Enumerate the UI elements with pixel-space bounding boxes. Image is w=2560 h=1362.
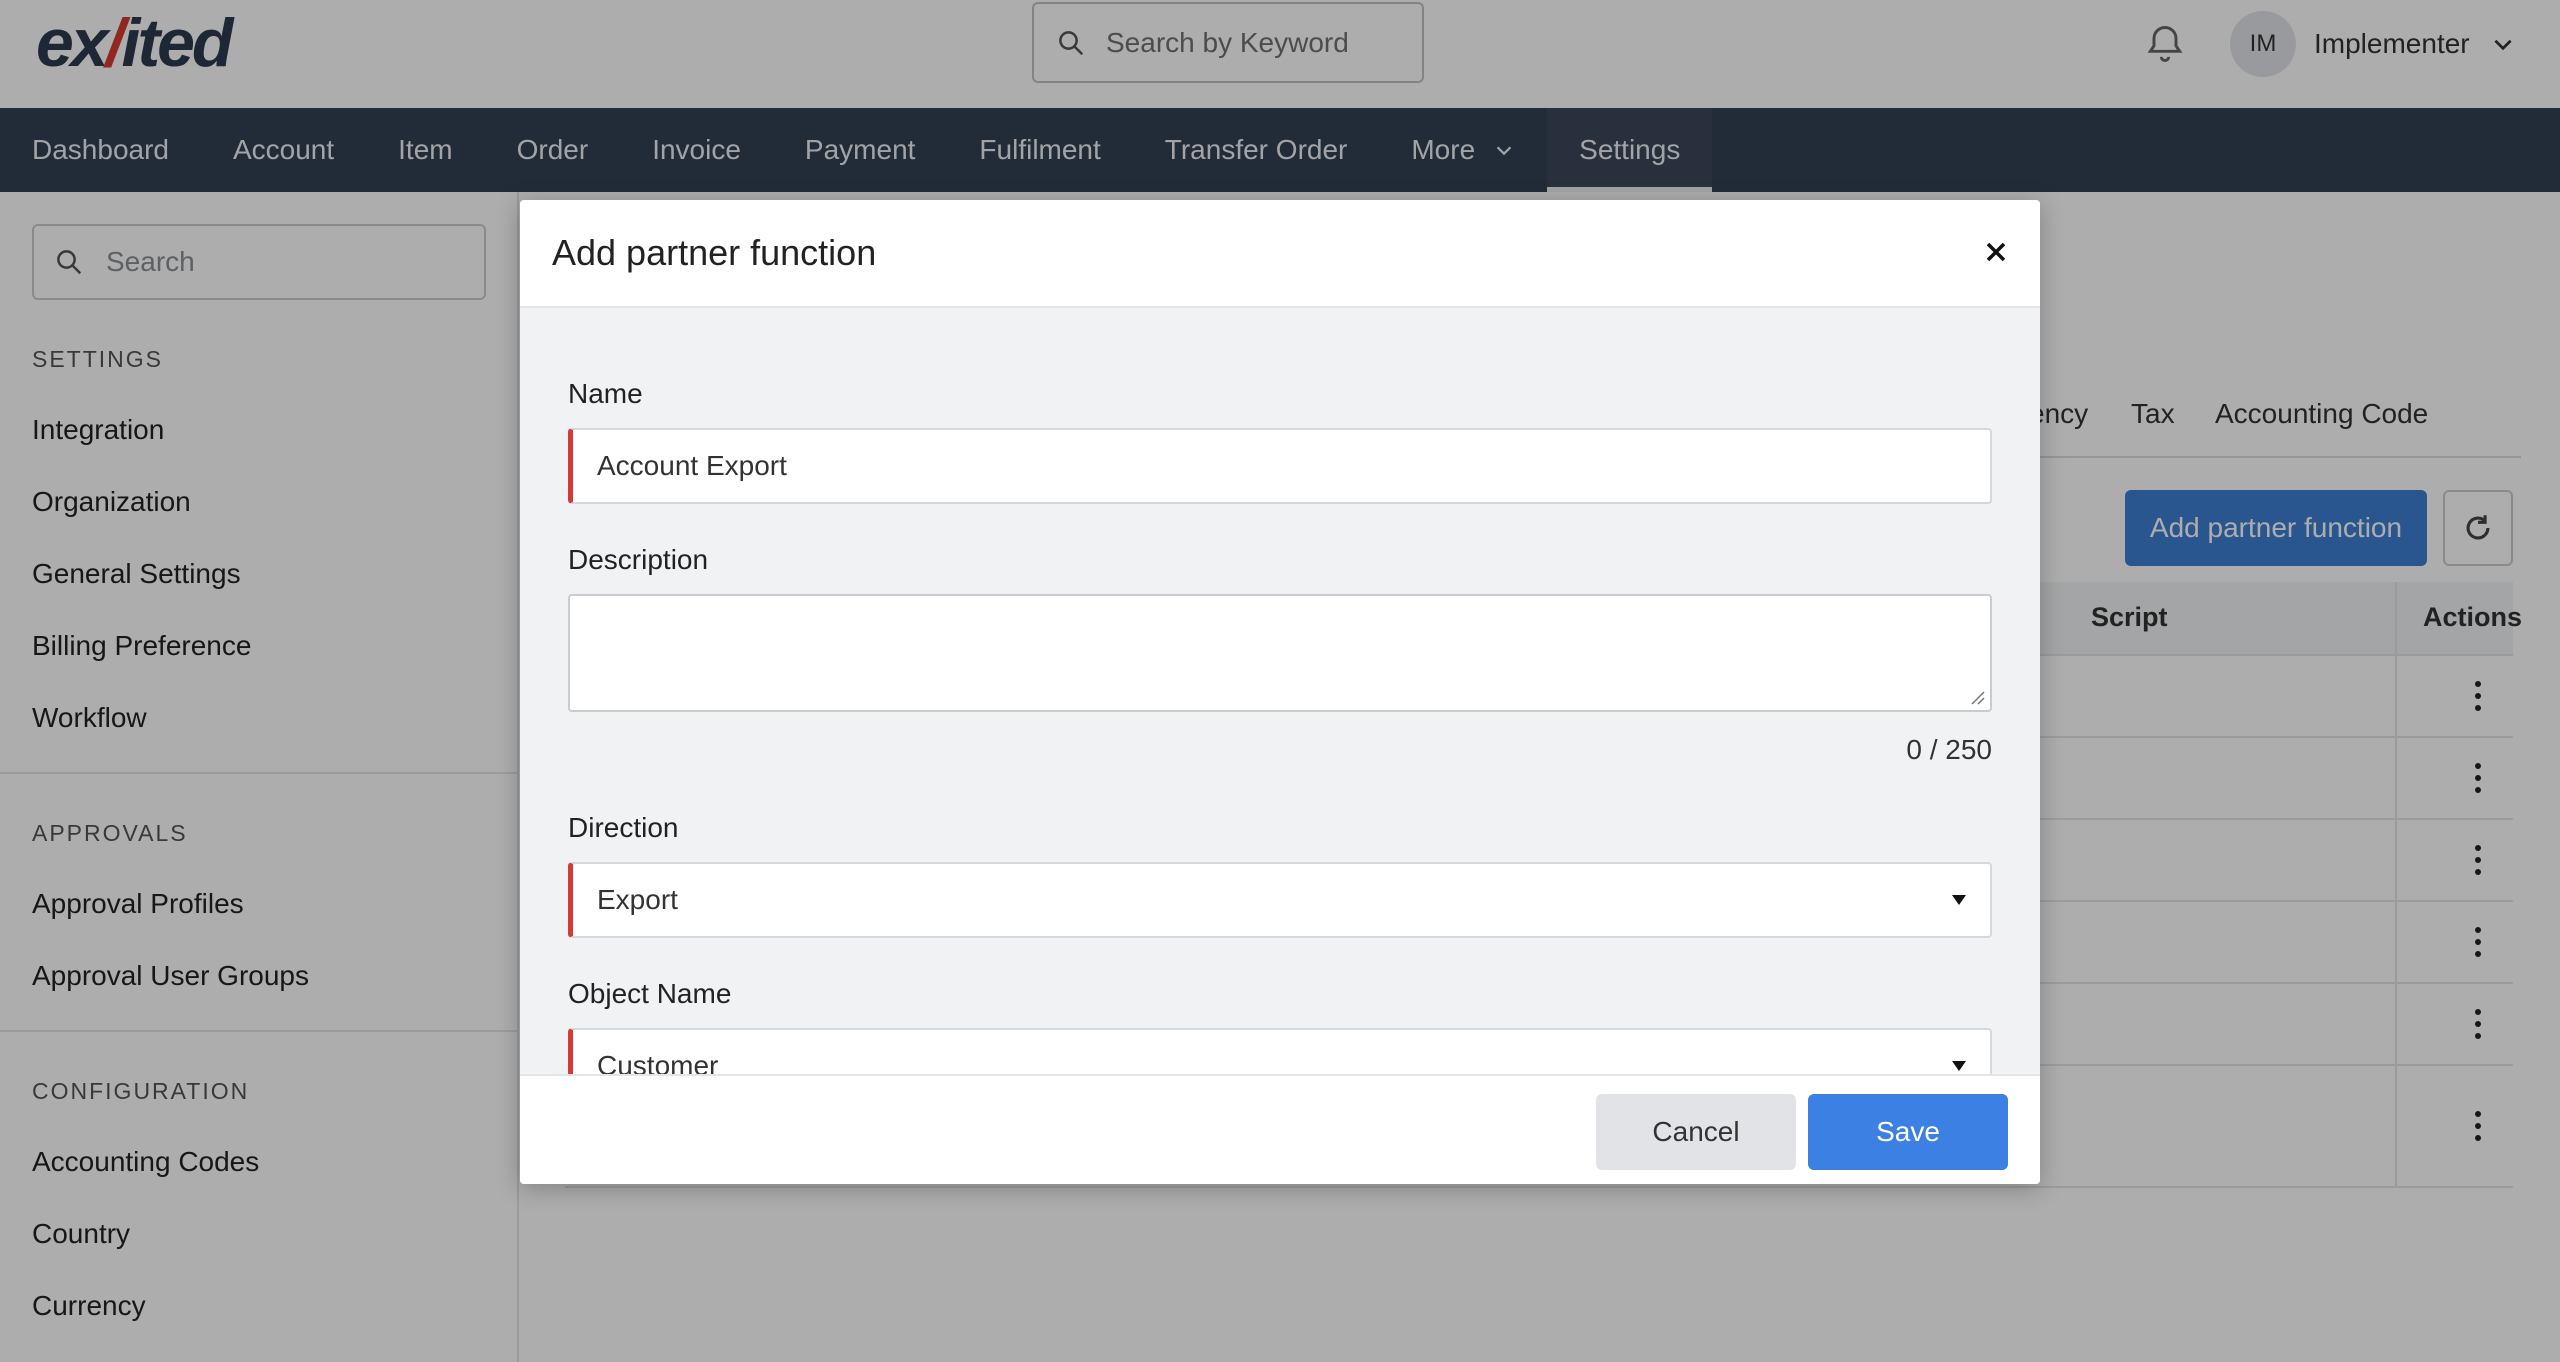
dialog-header: Add partner function xyxy=(520,200,2040,308)
resize-grip-icon[interactable] xyxy=(1968,688,1986,706)
add-partner-function-dialog: Add partner function Name Account Export… xyxy=(520,200,2040,1184)
direction-select-value: Export xyxy=(597,884,678,915)
name-input-value: Account Export xyxy=(597,450,787,481)
dialog-footer: Cancel Save xyxy=(520,1074,2040,1184)
dialog-title: Add partner function xyxy=(552,232,877,273)
cancel-button[interactable]: Cancel xyxy=(1596,1094,1796,1170)
dialog-body[interactable]: Name Account Export Description 0 / 250 … xyxy=(520,308,2040,1074)
description-textarea[interactable] xyxy=(568,594,1992,712)
object-name-select-value: Customer xyxy=(597,1050,719,1074)
save-button[interactable]: Save xyxy=(1808,1094,2008,1170)
close-button[interactable] xyxy=(1976,232,2016,272)
name-input[interactable]: Account Export xyxy=(568,428,1992,504)
dropdown-arrow-icon xyxy=(1952,895,1966,905)
dropdown-arrow-icon xyxy=(1952,1061,1966,1071)
description-char-counter: 0 / 250 xyxy=(1906,734,1992,765)
object-name-label: Object Name xyxy=(568,978,732,1009)
description-label: Description xyxy=(568,544,709,575)
name-label: Name xyxy=(568,378,643,409)
direction-select[interactable]: Export xyxy=(568,862,1992,938)
direction-label: Direction xyxy=(568,812,679,843)
close-icon xyxy=(1986,242,2006,262)
object-name-select[interactable]: Customer xyxy=(568,1028,1992,1074)
